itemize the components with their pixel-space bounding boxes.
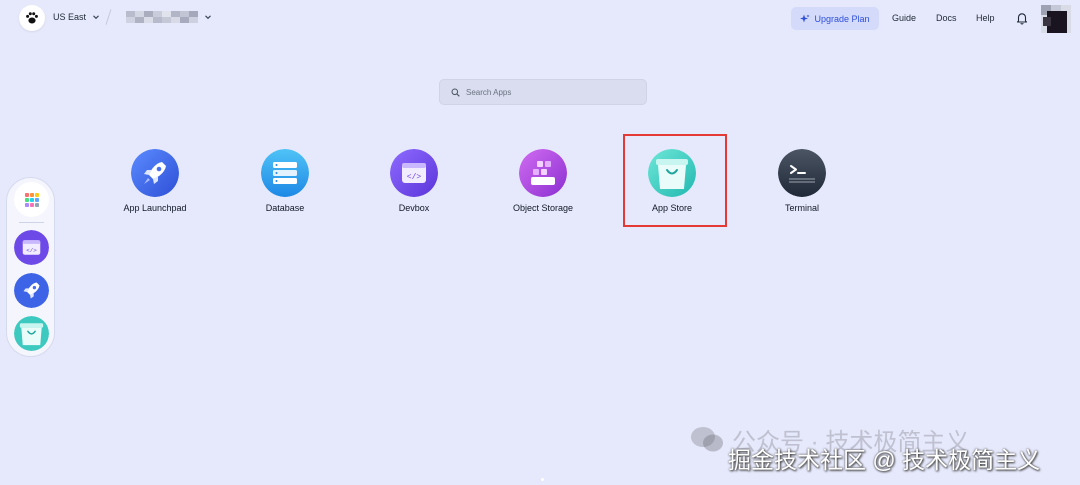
left-dock: </> xyxy=(6,177,55,357)
upgrade-plan-label: Upgrade Plan xyxy=(814,13,870,24)
database-icon xyxy=(261,149,309,197)
user-avatar[interactable] xyxy=(1041,5,1071,33)
app-label: Database xyxy=(265,203,305,213)
app-database[interactable]: Database xyxy=(230,149,340,213)
devbox-icon: </> xyxy=(390,149,438,197)
rocket-icon xyxy=(131,149,179,197)
search-input[interactable] xyxy=(466,87,636,97)
help-link[interactable]: Help xyxy=(976,13,995,23)
workspace-name-redacted xyxy=(126,11,198,23)
chevron-down-icon xyxy=(93,15,99,20)
workspace-selector[interactable] xyxy=(126,11,212,23)
terminal-icon xyxy=(778,149,826,197)
dock-devbox-icon[interactable]: </> xyxy=(14,230,49,265)
dock-divider xyxy=(19,222,44,223)
app-object-storage[interactable]: Object Storage xyxy=(488,149,598,213)
dock-apps-grid[interactable] xyxy=(14,182,49,217)
paw-logo-icon xyxy=(26,12,38,24)
region-label: US East xyxy=(53,12,87,22)
notification-bell-icon[interactable] xyxy=(1015,11,1029,25)
docs-link[interactable]: Docs xyxy=(936,13,957,23)
dock-rocket-icon[interactable] xyxy=(14,273,49,308)
app-devbox[interactable]: </> Devbox xyxy=(359,149,469,213)
watermark-juejin: 掘金技术社区 @ 技术极简主义 xyxy=(728,447,1041,473)
app-terminal[interactable]: Terminal xyxy=(747,149,857,213)
object-storage-icon xyxy=(519,149,567,197)
app-label: Object Storage xyxy=(512,203,574,213)
dock-app-store-bag-icon[interactable] xyxy=(14,316,49,351)
app-store-highlight-box xyxy=(623,134,727,227)
app-label: Terminal xyxy=(784,203,819,213)
app-label: App Launchpad xyxy=(123,203,187,213)
svg-text:</>: </> xyxy=(407,173,422,182)
upgrade-plan-button[interactable]: Upgrade Plan xyxy=(791,7,879,30)
chevron-down-icon xyxy=(205,15,211,20)
breadcrumb-separator xyxy=(105,9,112,25)
sealos-logo[interactable] xyxy=(19,5,45,31)
region-selector[interactable]: US East xyxy=(53,12,100,22)
apps-grid-icon xyxy=(24,192,39,207)
sparkle-icon xyxy=(800,14,811,22)
app-app-launchpad[interactable]: App Launchpad xyxy=(100,149,210,213)
search-icon xyxy=(451,88,460,97)
search-apps-bar[interactable] xyxy=(439,79,647,105)
app-label: Devbox xyxy=(398,203,430,213)
guide-link[interactable]: Guide xyxy=(892,13,916,23)
wechat-logo-icon xyxy=(691,426,723,451)
page-indicator-dot xyxy=(541,478,544,481)
svg-text:</>: </> xyxy=(26,247,37,254)
